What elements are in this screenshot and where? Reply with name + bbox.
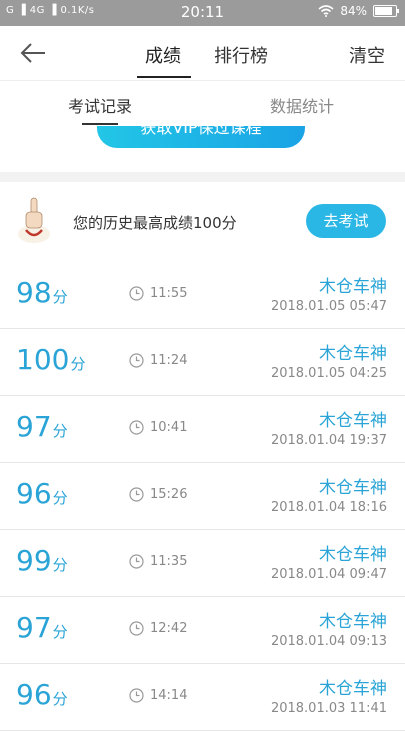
records-list: 98分 11:55 木仓车神 2018.01.05 05:47 100分 11:… [0, 262, 405, 731]
record-datetime: 2018.01.04 19:37 [270, 433, 387, 448]
section-divider [0, 172, 405, 182]
thumbs-up-hand-icon [18, 197, 50, 243]
back-arrow-icon[interactable] [18, 40, 48, 66]
record-duration: 10:41 [150, 420, 188, 435]
record-user-name: 木仓车神 [319, 277, 387, 297]
tab-exam-records[interactable]: 考试记录 [68, 93, 132, 117]
sub-tab-indicator [82, 123, 118, 125]
record-duration: 11:55 [150, 286, 188, 301]
vip-course-label: 获取VIP保过课程 [140, 126, 262, 137]
record-row[interactable]: 97分 10:41 木仓车神 2018.01.04 19:37 [0, 396, 405, 463]
record-score: 96分 [16, 477, 68, 510]
record-score: 98分 [16, 276, 68, 309]
record-datetime: 2018.01.04 09:13 [270, 634, 387, 649]
record-user-name: 木仓车神 [319, 612, 387, 632]
record-row[interactable]: 97分 12:42 木仓车神 2018.01.04 09:13 [0, 597, 405, 664]
record-score: 97分 [16, 611, 68, 644]
record-datetime: 2018.01.05 04:25 [270, 366, 387, 381]
record-score: 97分 [16, 410, 68, 443]
vip-course-button[interactable]: 获取VIP保过课程 [97, 126, 305, 148]
tab-data-statistics[interactable]: 数据统计 [270, 93, 334, 117]
clock-icon [129, 353, 144, 368]
clock-icon [129, 688, 144, 703]
tab-scores[interactable]: 成绩 [145, 42, 181, 68]
battery-icon [373, 5, 399, 17]
record-user-name: 木仓车神 [319, 545, 387, 565]
clock-icon [129, 286, 144, 301]
record-datetime: 2018.01.05 05:47 [270, 299, 387, 314]
record-duration: 15:26 [150, 487, 188, 502]
active-tab-indicator [137, 76, 191, 78]
wifi-icon [318, 5, 334, 17]
clear-button[interactable]: 清空 [349, 42, 385, 68]
status-right: 84% [318, 4, 399, 18]
record-duration: 14:14 [150, 688, 188, 703]
record-score: 96分 [16, 678, 68, 711]
record-duration: 11:35 [150, 554, 188, 569]
vip-banner-area: 获取VIP保过课程 [0, 126, 405, 172]
record-row[interactable]: 98分 11:55 木仓车神 2018.01.05 05:47 [0, 262, 405, 329]
record-row[interactable]: 100分 11:24 木仓车神 2018.01.05 04:25 [0, 329, 405, 396]
clock-icon [129, 487, 144, 502]
clock-icon [129, 621, 144, 636]
record-user-name: 木仓车神 [319, 679, 387, 699]
record-user-name: 木仓车神 [319, 478, 387, 498]
record-score: 99分 [16, 544, 68, 577]
tab-ranking[interactable]: 排行榜 [214, 42, 268, 68]
best-score-card: 您的历史最高成绩100分 去考试 [0, 182, 405, 262]
record-duration: 11:24 [150, 353, 188, 368]
battery-percent: 84% [340, 4, 367, 18]
record-row[interactable]: 96分 15:26 木仓车神 2018.01.04 18:16 [0, 463, 405, 530]
record-user-name: 木仓车神 [319, 411, 387, 431]
sub-tabs: 考试记录 数据统计 [0, 80, 405, 127]
record-row[interactable]: 99分 11:35 木仓车神 2018.01.04 09:47 [0, 530, 405, 597]
record-user-name: 木仓车神 [319, 344, 387, 364]
clock-icon [129, 554, 144, 569]
record-datetime: 2018.01.04 09:47 [270, 567, 387, 582]
record-datetime: 2018.01.03 11:41 [270, 701, 387, 716]
record-score: 100分 [16, 343, 86, 376]
record-duration: 12:42 [150, 621, 188, 636]
clock-icon [129, 420, 144, 435]
record-row[interactable]: 96分 14:14 木仓车神 2018.01.03 11:41 [0, 664, 405, 731]
best-score-text: 您的历史最高成绩100分 [73, 214, 237, 232]
record-datetime: 2018.01.04 18:16 [270, 500, 387, 515]
header: 成绩 排行榜 清空 [0, 26, 405, 80]
status-bar: G ▐ 4G ▐ 0.1K/s 20:11 84% [0, 0, 405, 26]
go-exam-button[interactable]: 去考试 [306, 204, 386, 238]
